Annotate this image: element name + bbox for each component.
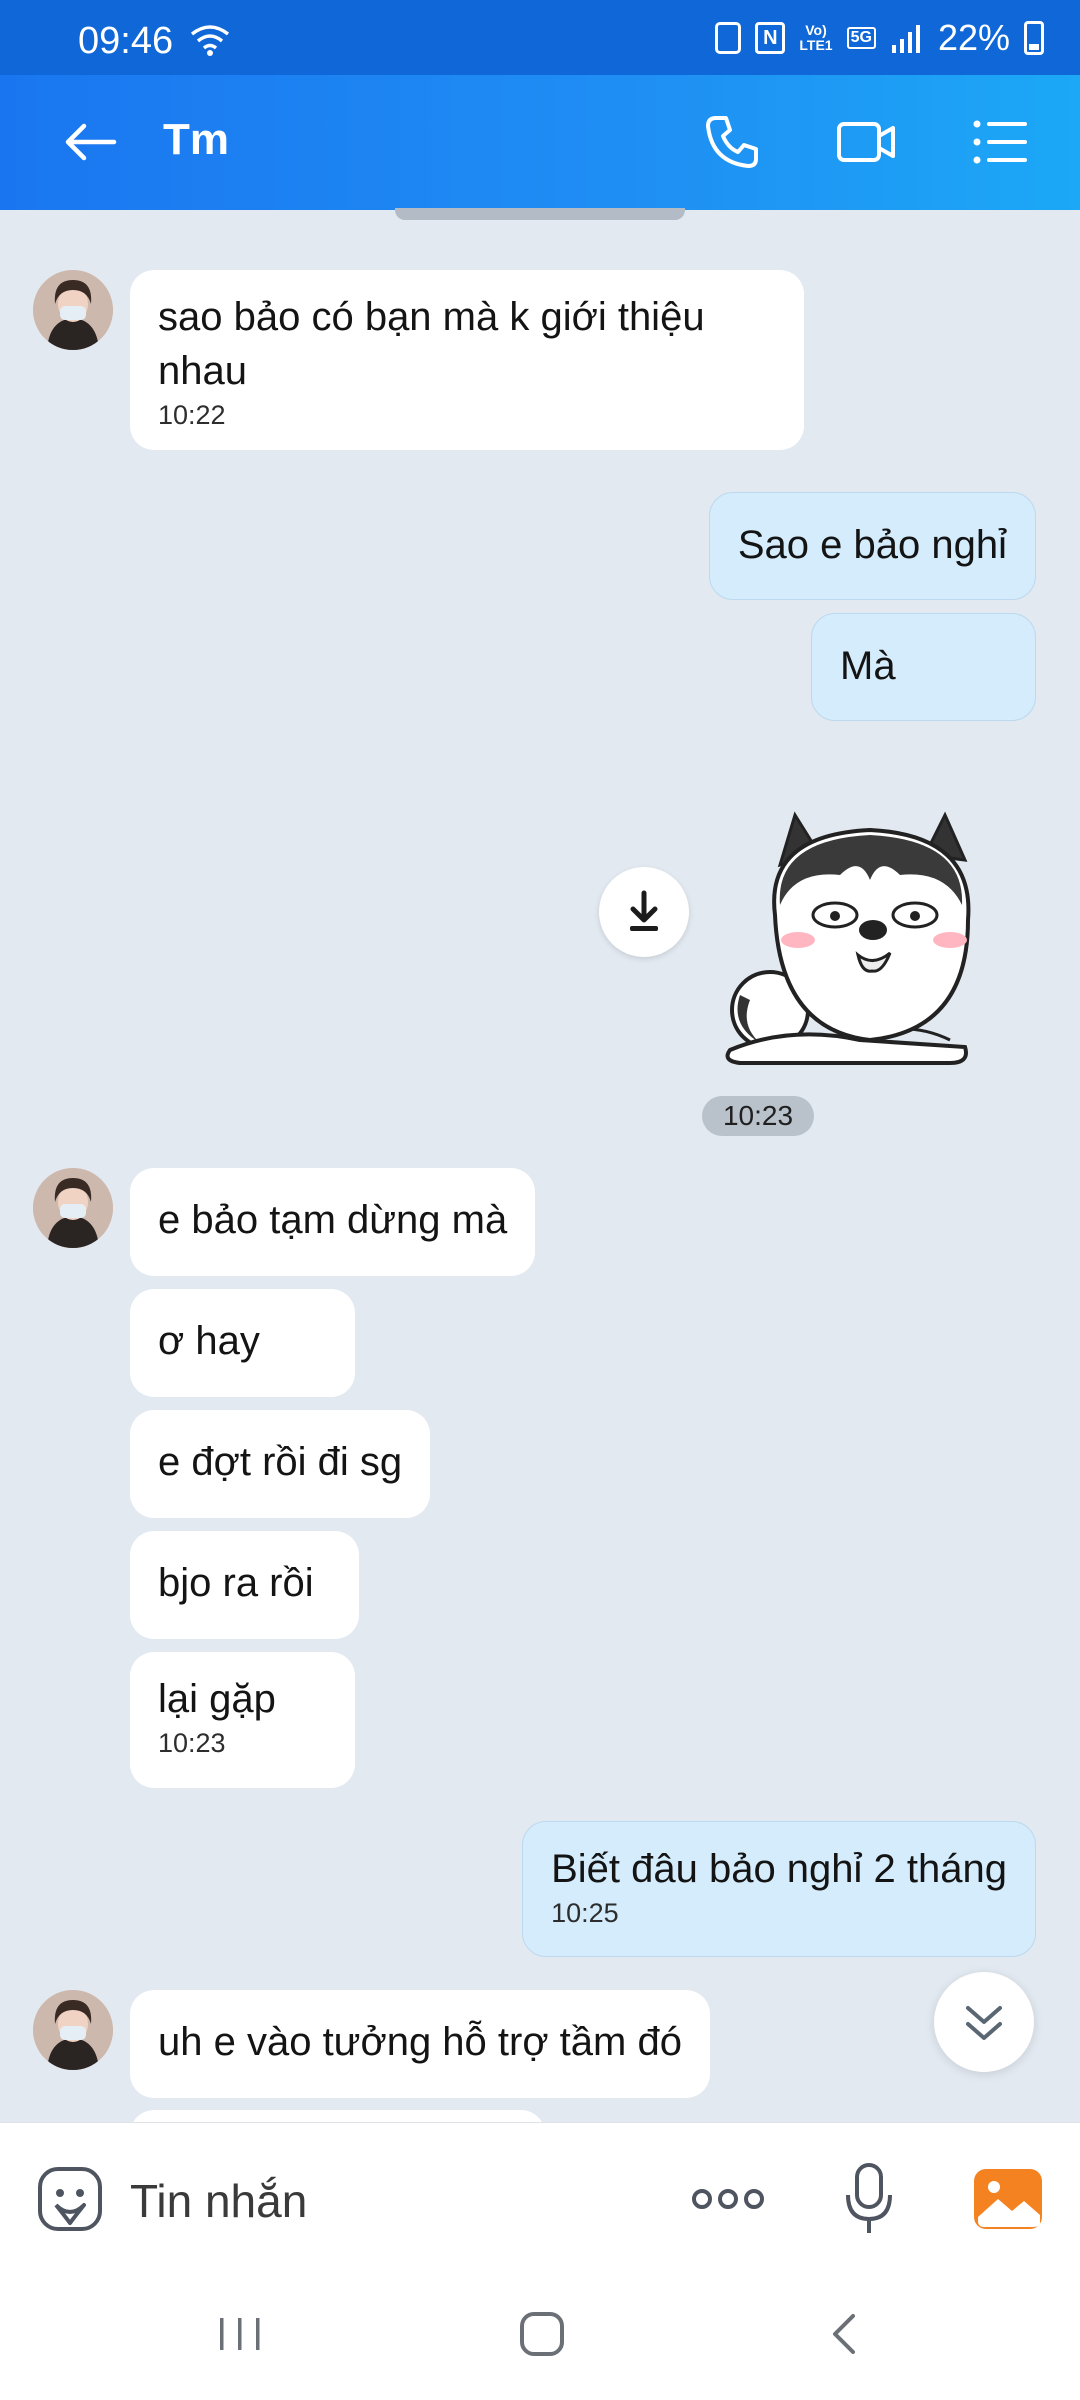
avatar[interactable] — [33, 1168, 113, 1248]
message-bubble-incoming[interactable]: uh e vào tưởng hỗ trợ tầm đó — [130, 1990, 710, 2098]
volte-indicator: Vo) LTE1 — [799, 23, 832, 53]
recent-apps-icon[interactable] — [210, 2304, 270, 2364]
gallery-icon[interactable] — [972, 2167, 1044, 2231]
volte-label-bottom: LTE1 — [799, 37, 833, 53]
message-bubble-incoming[interactable]: ơ hay — [130, 1289, 355, 1397]
husky-sticker[interactable] — [710, 795, 1030, 1075]
sticker-timestamp: 10:23 — [702, 1096, 814, 1136]
volte-label-top: Vo) — [805, 22, 827, 38]
chevron-double-down-icon[interactable] — [934, 1972, 1034, 2072]
system-nav-bar — [0, 2272, 1080, 2400]
message-time: 10:25 — [551, 1898, 619, 1928]
scroll-indicator — [395, 208, 685, 220]
phone-icon[interactable] — [700, 110, 764, 174]
more-icon[interactable] — [688, 2175, 768, 2223]
message-bubble-incoming[interactable]: e bảo tạm dừng mà — [130, 1168, 536, 1276]
message-composer — [0, 2122, 1080, 2272]
message-bubble-incoming[interactable]: lại gặp 10:23 — [130, 1652, 355, 1788]
message-bubble-outgoing[interactable]: Mà — [811, 613, 1036, 721]
home-icon[interactable] — [512, 2304, 572, 2364]
message-text: lại gặp — [158, 1677, 276, 1721]
nfc-icon: N — [755, 22, 786, 54]
avatar[interactable] — [33, 1990, 113, 2070]
message-text: Mà — [840, 644, 896, 688]
chat-title[interactable]: Tm — [163, 115, 229, 165]
status-icons: N Vo) LTE1 5G 22% — [715, 17, 1044, 58]
message-text: ơ hay — [158, 1319, 260, 1363]
message-bubble-incoming[interactable]: e đợt rồi đi sg — [130, 1410, 431, 1518]
signal-icon — [891, 25, 920, 53]
wifi-icon — [190, 25, 230, 56]
message-input[interactable] — [130, 2173, 650, 2229]
message-bubble-incoming[interactable]: sao bảo có bạn mà k giới thiệu nhau 10:2… — [130, 270, 804, 450]
message-text: bjo ra rồi — [158, 1561, 314, 1605]
nav-back-icon[interactable] — [815, 2304, 875, 2364]
menu-list-icon[interactable] — [969, 110, 1033, 174]
microphone-icon[interactable] — [842, 2161, 896, 2237]
message-time: 10:23 — [158, 1728, 226, 1758]
message-bubble-outgoing[interactable]: Biết đâu bảo nghỉ 2 tháng 10:25 — [522, 1821, 1036, 1957]
status-time: 09:46 — [78, 20, 174, 62]
message-time: 10:22 — [158, 400, 226, 430]
message-text: Biết đâu bảo nghỉ 2 tháng — [551, 1847, 1007, 1891]
emoji-icon[interactable] — [36, 2165, 104, 2233]
avatar[interactable] — [33, 270, 113, 350]
message-text: e đợt rồi đi sg — [158, 1440, 403, 1484]
battery-icon — [1024, 21, 1044, 55]
message-text: e bảo tạm dừng mà — [158, 1198, 508, 1242]
message-text: sao bảo có bạn mà k giới thiệu nhau — [158, 295, 705, 393]
download-icon[interactable] — [599, 867, 689, 957]
network-type: 5G — [846, 27, 876, 49]
message-bubble-incoming[interactable]: bjo ra rồi — [130, 1531, 359, 1639]
message-text: Sao e bảo nghỉ — [737, 523, 1007, 567]
status-bar: 09:46 N Vo) LTE1 5G 22% — [0, 0, 1080, 75]
battery-percent: 22% — [937, 17, 1010, 58]
recycle-notification-icon — [715, 22, 742, 54]
video-call-icon[interactable] — [834, 110, 898, 174]
message-text: uh e vào tưởng hỗ trợ tầm đó — [158, 2020, 682, 2064]
chat-header: Tm — [0, 75, 1080, 210]
message-bubble-outgoing[interactable]: Sao e bảo nghỉ — [708, 492, 1036, 600]
back-arrow-icon[interactable] — [58, 110, 122, 174]
